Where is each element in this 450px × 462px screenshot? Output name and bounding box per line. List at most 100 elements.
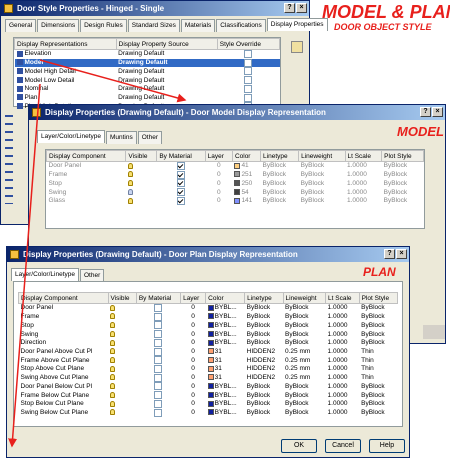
- col-layer[interactable]: Layer: [180, 292, 207, 304]
- color-cell[interactable]: 31: [206, 374, 245, 383]
- by-material-checkbox[interactable]: [176, 188, 185, 197]
- light-bulb-icon[interactable]: [110, 313, 116, 320]
- col-display-component[interactable]: Display Component: [45, 150, 127, 162]
- col-layer[interactable]: Layer: [204, 150, 233, 162]
- color-cell[interactable]: 250: [232, 179, 260, 188]
- plot-style-cell[interactable]: ByBlock: [382, 197, 424, 206]
- plot-style-cell[interactable]: Thin: [359, 365, 397, 374]
- col-lineweight[interactable]: Lineweight: [298, 150, 346, 162]
- style-override-checkbox[interactable]: [244, 76, 253, 85]
- tab-materials[interactable]: Materials: [180, 19, 216, 32]
- light-bulb-icon[interactable]: [110, 409, 116, 416]
- by-material-cell[interactable]: [157, 170, 205, 180]
- col-display-representations[interactable]: Display Representations: [14, 38, 117, 50]
- tab-layer-color-linetype[interactable]: Layer/Color/Linetype: [11, 268, 79, 281]
- lt-scale-cell[interactable]: 1.0000: [326, 409, 360, 418]
- table-row[interactable]: Stop 0 BYBL... ByBlock ByBlock 1.0000 ByBlock: [19, 321, 398, 330]
- by-material-cell[interactable]: [157, 188, 205, 197]
- layer-cell[interactable]: 0: [205, 179, 232, 188]
- plot-style-cell[interactable]: Thin: [359, 374, 397, 383]
- plot-style-cell[interactable]: ByBlock: [382, 179, 424, 188]
- table-row[interactable]: Model Drawing Default: [14, 58, 280, 68]
- style-override-cell[interactable]: [217, 67, 279, 76]
- lineweight-cell[interactable]: ByBlock: [283, 321, 326, 330]
- by-material-cell[interactable]: [136, 382, 180, 391]
- visible-cell[interactable]: [126, 162, 157, 171]
- plot-style-cell[interactable]: Thin: [359, 356, 397, 365]
- color-cell[interactable]: 31: [206, 365, 245, 374]
- color-cell[interactable]: BYBL...: [206, 330, 245, 339]
- by-material-checkbox[interactable]: [176, 162, 185, 170]
- col-linetype[interactable]: Linetype: [260, 150, 300, 162]
- by-material-checkbox[interactable]: [154, 391, 163, 400]
- col-color[interactable]: Color: [205, 292, 246, 304]
- table-row[interactable]: Model High Detail Drawing Default: [15, 67, 280, 76]
- table-row[interactable]: Frame 0 BYBL... ByBlock ByBlock 1.0000 ByBlock: [19, 312, 398, 322]
- table-row[interactable]: Swing 0 BYBL... ByBlock ByBlock 1.0000 ByBlock: [19, 330, 398, 339]
- cancel-button[interactable]: Cancel: [325, 439, 361, 453]
- style-override-checkbox[interactable]: [244, 67, 253, 76]
- by-material-checkbox[interactable]: [154, 321, 163, 330]
- plot-style-cell[interactable]: ByBlock: [382, 171, 424, 180]
- light-bulb-icon[interactable]: [127, 162, 133, 169]
- tab-muntins[interactable]: Muntins: [105, 131, 137, 144]
- help-icon[interactable]: ?: [384, 249, 395, 259]
- tab-standard-sizes[interactable]: Standard Sizes: [127, 19, 180, 32]
- table-row[interactable]: Door Panel 0 BYBL... ByBlock ByBlock 1.0000 By…: [19, 304, 398, 313]
- table-row[interactable]: Door Panel 0 41 ByBlock ByBlock 1.0000 ByBlock: [47, 162, 424, 171]
- lineweight-cell[interactable]: 0.25 mm: [283, 374, 326, 383]
- plot-style-cell[interactable]: ByBlock: [359, 330, 397, 339]
- light-bulb-icon[interactable]: [127, 171, 133, 178]
- plot-style-cell[interactable]: ByBlock: [359, 400, 397, 409]
- tab-design-rules[interactable]: Design Rules: [80, 19, 127, 32]
- by-material-cell[interactable]: [136, 347, 180, 357]
- col-lineweight[interactable]: Lineweight: [282, 292, 327, 304]
- linetype-cell[interactable]: ByBlock: [245, 391, 283, 400]
- lt-scale-cell[interactable]: 1.0000: [326, 374, 360, 383]
- style-override-checkbox[interactable]: [244, 93, 253, 102]
- by-material-checkbox[interactable]: [154, 338, 163, 347]
- plot-style-cell[interactable]: ByBlock: [382, 188, 424, 197]
- plot-style-cell[interactable]: ByBlock: [359, 409, 397, 418]
- layer-cell[interactable]: 0: [181, 374, 206, 383]
- color-cell[interactable]: 141: [232, 197, 260, 206]
- color-cell[interactable]: BYBL...: [206, 382, 245, 391]
- style-override-cell[interactable]: [217, 76, 279, 85]
- layer-cell[interactable]: 0: [181, 321, 206, 330]
- color-cell[interactable]: BYBL...: [206, 409, 245, 418]
- by-material-checkbox[interactable]: [154, 330, 163, 339]
- col-color[interactable]: Color: [231, 150, 262, 162]
- linetype-cell[interactable]: ByBlock: [261, 162, 299, 171]
- table-row[interactable]: Frame Below Cut Plane 0 BYBL... ByBlock ByBl…: [19, 391, 398, 400]
- by-material-checkbox[interactable]: [154, 382, 163, 391]
- by-material-cell[interactable]: [136, 304, 180, 313]
- lt-scale-cell[interactable]: 1.0000: [326, 348, 360, 357]
- by-material-cell[interactable]: [136, 321, 180, 330]
- by-material-checkbox[interactable]: [154, 408, 163, 417]
- by-material-cell[interactable]: [136, 408, 180, 418]
- linetype-cell[interactable]: ByBlock: [245, 409, 283, 418]
- lineweight-cell[interactable]: ByBlock: [299, 171, 345, 180]
- plot-style-cell[interactable]: ByBlock: [382, 162, 424, 171]
- light-bulb-icon[interactable]: [110, 356, 116, 363]
- by-material-checkbox[interactable]: [154, 399, 163, 408]
- linetype-cell[interactable]: ByBlock: [261, 197, 299, 206]
- lt-scale-cell[interactable]: 1.0000: [326, 391, 360, 400]
- lt-scale-cell[interactable]: 1.0000: [345, 171, 382, 180]
- style-override-cell[interactable]: [217, 84, 279, 94]
- col-display-component[interactable]: Display Component: [18, 292, 109, 304]
- color-cell[interactable]: 31: [206, 356, 245, 365]
- lineweight-cell[interactable]: 0.25 mm: [283, 365, 326, 374]
- style-override-checkbox[interactable]: [244, 58, 253, 67]
- model-dialog-title-bar[interactable]: Display Properties (Drawing Default) - D…: [29, 105, 445, 120]
- light-bulb-icon[interactable]: [110, 322, 116, 329]
- visible-cell[interactable]: [126, 197, 157, 206]
- layer-cell[interactable]: 0: [205, 197, 232, 206]
- plot-style-cell[interactable]: ByBlock: [359, 313, 397, 322]
- layer-cell[interactable]: 0: [181, 330, 206, 339]
- by-material-cell[interactable]: [136, 356, 180, 365]
- table-row[interactable]: Elevation Drawing Default: [15, 50, 280, 59]
- visible-cell[interactable]: [108, 409, 136, 418]
- linetype-cell[interactable]: ByBlock: [245, 330, 283, 339]
- tab-display-properties[interactable]: Display Properties: [266, 18, 328, 31]
